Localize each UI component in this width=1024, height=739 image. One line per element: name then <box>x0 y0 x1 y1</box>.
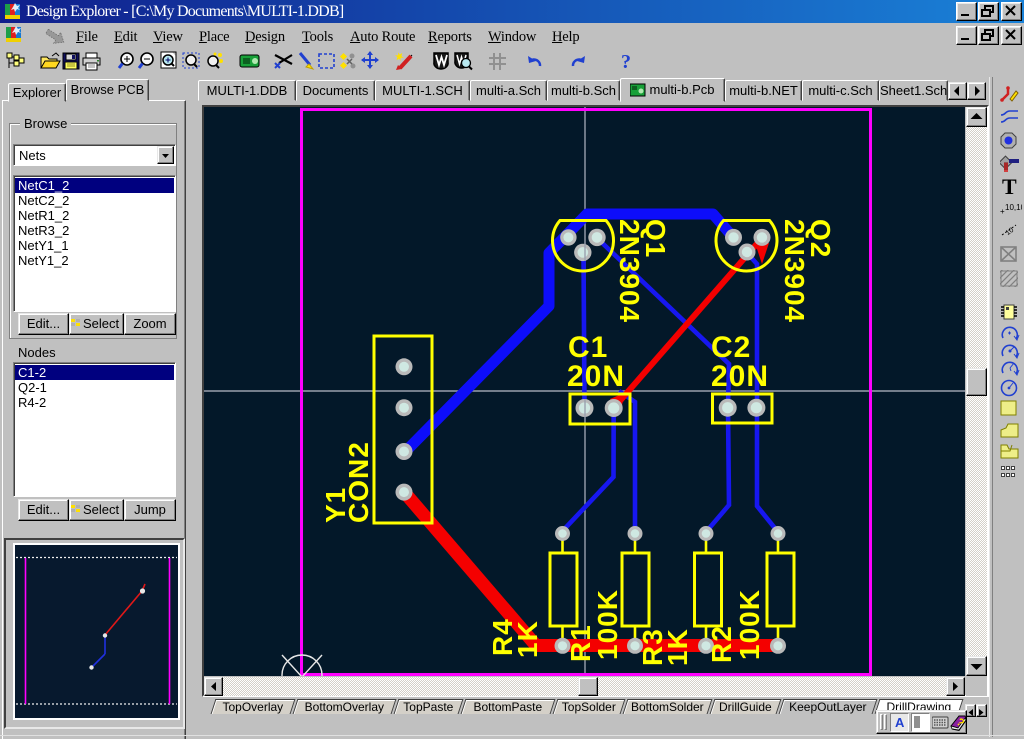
svg-text:2N3904: 2N3904 <box>614 219 645 323</box>
svg-text:CON2: CON2 <box>343 441 374 523</box>
svg-text:T: T <box>1002 177 1017 197</box>
svg-text:10,10: 10,10 <box>1005 203 1022 212</box>
svg-text:20N: 20N <box>711 360 769 393</box>
svg-text:100K: 100K <box>592 589 623 660</box>
svg-text:R2: R2 <box>706 625 737 663</box>
svg-text:A: A <box>895 715 905 730</box>
svg-text:10: 10 <box>1005 227 1015 237</box>
svg-text:?: ? <box>621 51 631 72</box>
svg-text:1K: 1K <box>662 628 693 666</box>
svg-text:2N3904: 2N3904 <box>779 219 810 323</box>
svg-text:1K: 1K <box>512 620 543 658</box>
svg-text:100K: 100K <box>734 589 765 660</box>
svg-text:20N: 20N <box>567 360 625 393</box>
